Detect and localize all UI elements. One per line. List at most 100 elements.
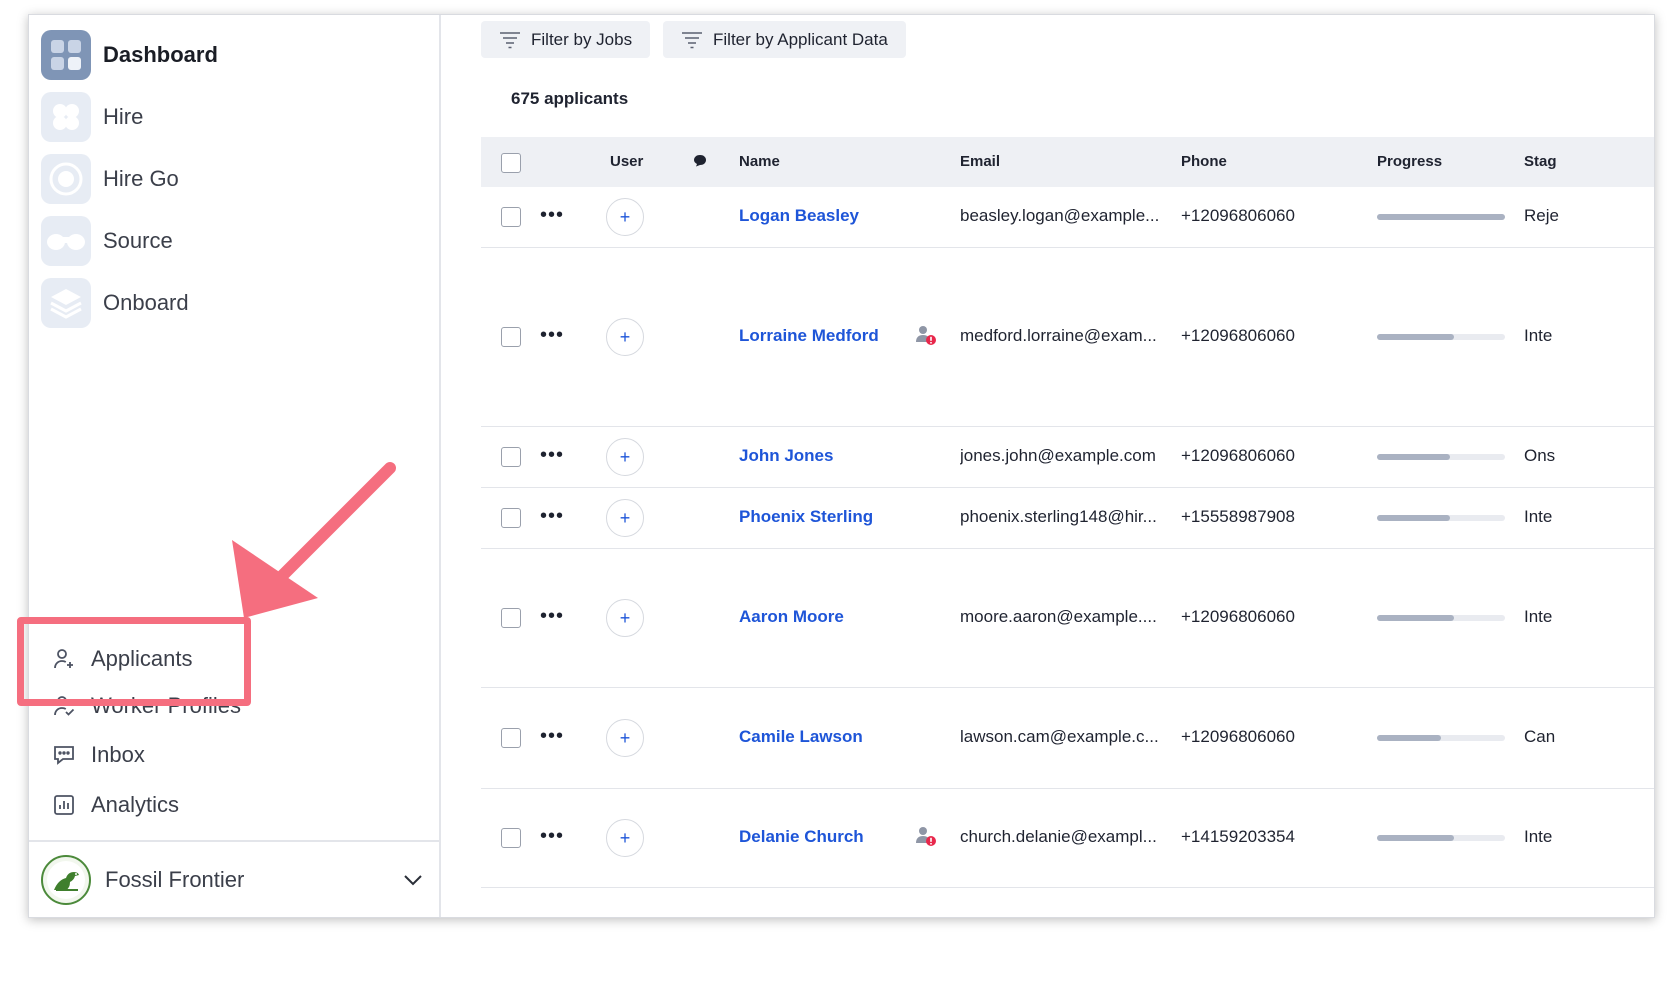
- more-options-icon[interactable]: •••: [540, 506, 564, 526]
- column-header-progress[interactable]: Progress: [1377, 153, 1442, 170]
- row-checkbox[interactable]: [501, 828, 521, 848]
- filter-by-jobs-button[interactable]: Filter by Jobs: [481, 21, 651, 58]
- applicant-name-link[interactable]: Lorraine Medford: [739, 326, 879, 346]
- more-options-icon[interactable]: •••: [540, 726, 564, 746]
- applicant-name-link[interactable]: Aaron Moore: [739, 607, 844, 627]
- onboard-layers-icon: [41, 278, 91, 328]
- app-dashboard[interactable]: Dashboard: [41, 30, 218, 80]
- more-options-icon[interactable]: •••: [540, 205, 564, 225]
- applicant-email: moore.aaron@example....: [960, 607, 1157, 626]
- add-user-button[interactable]: +: [606, 499, 644, 537]
- app-label-hire: Hire: [103, 104, 144, 129]
- row-checkbox[interactable]: [501, 508, 521, 528]
- row-checkbox[interactable]: [501, 447, 521, 467]
- table-row[interactable]: ••• + John Jones jones.john@example.com +120…: [481, 427, 1654, 488]
- table-row[interactable]: ••• + Lorraine Medford medford.lorraine@ex…: [481, 248, 1654, 427]
- more-options-icon[interactable]: •••: [540, 606, 564, 626]
- filter-by-applicant-data-button[interactable]: Filter by Applicant Data: [663, 21, 906, 58]
- applicant-name-link[interactable]: Phoenix Sterling: [739, 507, 873, 527]
- applicant-name-link[interactable]: Delanie Church: [739, 827, 864, 847]
- table-row[interactable]: ••• + Aaron Moore moore.aaron@example.... +1…: [481, 549, 1654, 688]
- progress-bar: [1377, 615, 1505, 621]
- row-checkbox[interactable]: [501, 728, 521, 748]
- user-alert-icon: [915, 825, 937, 847]
- add-user-button[interactable]: +: [606, 819, 644, 857]
- add-user-button[interactable]: +: [606, 198, 644, 236]
- progress-fill: [1377, 735, 1441, 741]
- column-header-name[interactable]: Name: [739, 153, 780, 170]
- select-all-checkbox[interactable]: [501, 153, 521, 173]
- bar-chart-icon: [51, 792, 77, 818]
- more-options-icon[interactable]: •••: [540, 445, 564, 465]
- applicant-stage: Reje: [1524, 206, 1559, 225]
- table-row[interactable]: ••• + Logan Beasley beasley.logan@example..…: [481, 187, 1654, 248]
- main-content: Filter by Jobs Filter by Applicant Data …: [441, 15, 1654, 917]
- progress-fill: [1377, 454, 1450, 460]
- nav-label-inbox: Inbox: [91, 742, 145, 767]
- progress-bar: [1377, 735, 1505, 741]
- table-row[interactable]: ••• + Phoenix Sterling phoenix.sterling148@…: [481, 488, 1654, 549]
- applicant-stage: Inte: [1524, 326, 1553, 345]
- applicant-stage: Ons: [1524, 446, 1556, 465]
- sidebar: Dashboard Hire Hire Go Source Onboard Ap…: [29, 15, 441, 917]
- applicant-email: medford.lorraine@exam...: [960, 326, 1157, 345]
- nav-worker-profiles[interactable]: Worker Profiles: [51, 689, 241, 723]
- nav-label-applicants: Applicants: [91, 646, 193, 671]
- app-label-hire-go: Hire Go: [103, 166, 179, 191]
- add-user-button[interactable]: +: [606, 318, 644, 356]
- nav-label-analytics: Analytics: [91, 792, 180, 817]
- hire-flower-icon: [41, 92, 91, 142]
- add-user-button[interactable]: +: [606, 599, 644, 637]
- column-header-user: User: [610, 153, 644, 170]
- progress-bar: [1377, 214, 1505, 220]
- applicant-email: phoenix.sterling148@hir...: [960, 507, 1157, 526]
- progress-bar: [1377, 835, 1505, 841]
- nav-inbox[interactable]: Inbox: [51, 738, 145, 772]
- applicant-phone: +12096806060: [1181, 446, 1295, 465]
- applicant-phone: +12096806060: [1181, 607, 1295, 626]
- applicant-stage: Inte: [1524, 507, 1553, 526]
- app-onboard[interactable]: Onboard: [41, 278, 189, 328]
- org-name: Fossil Frontier: [105, 866, 245, 892]
- more-options-icon[interactable]: •••: [540, 325, 564, 345]
- applicant-stage: Inte: [1524, 827, 1553, 846]
- column-header-stage[interactable]: Stag: [1524, 153, 1557, 170]
- nav-applicants[interactable]: Applicants: [51, 642, 193, 676]
- column-header-email[interactable]: Email: [960, 153, 1000, 170]
- org-switcher[interactable]: Fossil Frontier: [29, 840, 439, 917]
- applicant-stage: Can: [1524, 727, 1556, 746]
- applicant-email: lawson.cam@example.c...: [960, 727, 1159, 746]
- nav-label-worker-profiles: Worker Profiles: [91, 693, 241, 718]
- table-row[interactable]: ••• + Delanie Church church.delanie@exampl…: [481, 789, 1654, 888]
- add-user-button[interactable]: +: [606, 719, 644, 757]
- source-binoculars-icon: [41, 216, 91, 266]
- user-plus-icon: [51, 646, 77, 672]
- app-source[interactable]: Source: [41, 216, 173, 266]
- table-row[interactable]: ••• + Camile Lawson lawson.cam@example.c...…: [481, 688, 1654, 789]
- applicant-name-link[interactable]: Logan Beasley: [739, 206, 859, 226]
- applicant-name-link[interactable]: John Jones: [739, 446, 833, 466]
- chevron-down-icon[interactable]: [401, 868, 425, 892]
- nav-analytics[interactable]: Analytics: [51, 788, 179, 822]
- applicant-phone: +14159203354: [1181, 827, 1295, 846]
- progress-bar: [1377, 454, 1505, 460]
- table-header: User Name Email Phone Progress Stag: [481, 137, 1654, 187]
- row-checkbox[interactable]: [501, 207, 521, 227]
- app-hire[interactable]: Hire: [41, 92, 143, 142]
- table-body: ••• + Logan Beasley beasley.logan@example..…: [481, 187, 1654, 888]
- filter-icon: [500, 31, 520, 48]
- comment-icon: [693, 154, 707, 171]
- applicant-name-link[interactable]: Camile Lawson: [739, 727, 863, 747]
- row-checkbox[interactable]: [501, 327, 521, 347]
- progress-fill: [1377, 515, 1450, 521]
- chat-bubble-icon: [51, 742, 77, 768]
- user-check-icon: [51, 693, 77, 719]
- applicant-email: beasley.logan@example...: [960, 206, 1160, 225]
- app-hire-go[interactable]: Hire Go: [41, 154, 179, 204]
- more-options-icon[interactable]: •••: [540, 826, 564, 846]
- column-header-phone[interactable]: Phone: [1181, 153, 1227, 170]
- row-checkbox[interactable]: [501, 608, 521, 628]
- add-user-button[interactable]: +: [606, 438, 644, 476]
- app-window: Dashboard Hire Hire Go Source Onboard Ap…: [28, 14, 1655, 918]
- applicant-email: church.delanie@exampl...: [960, 827, 1157, 846]
